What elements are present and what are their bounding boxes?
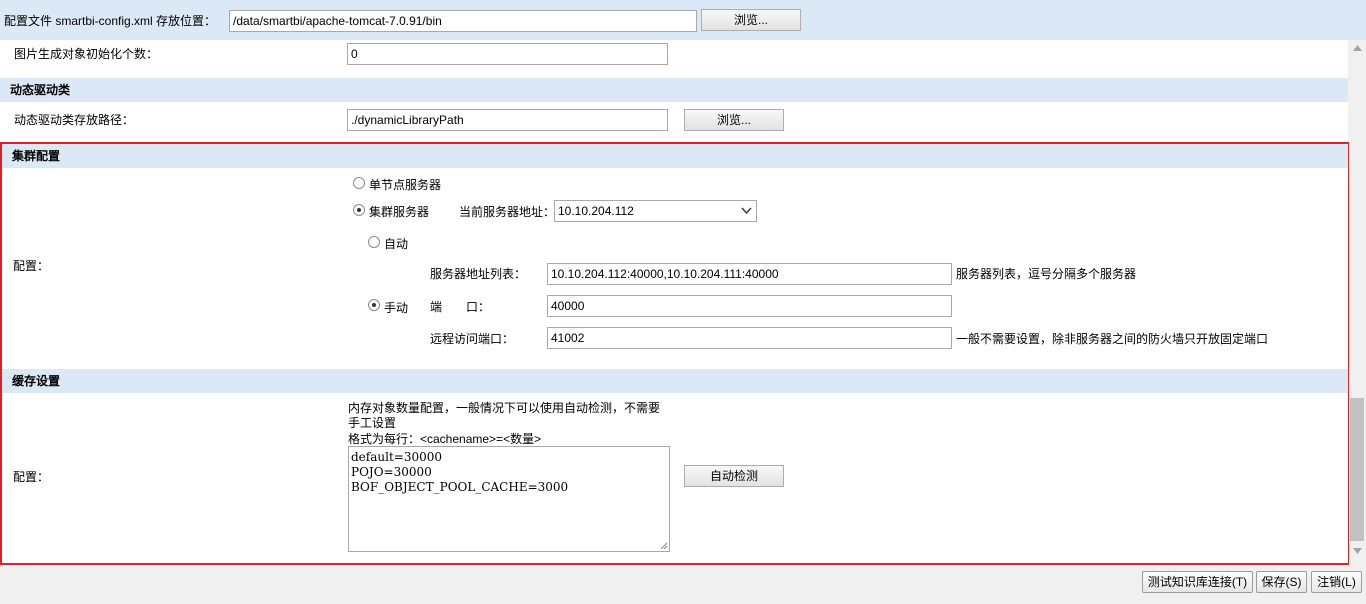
scroll-down-icon[interactable] — [1353, 548, 1362, 554]
config-file-browse-button[interactable]: 浏览... — [701, 9, 801, 31]
highlight-box — [0, 142, 1350, 565]
image-gen-label: 图片生成对象初始化个数： — [14, 47, 159, 61]
image-gen-count-input[interactable]: 0 — [347, 43, 668, 65]
config-file-path-input[interactable]: /data/smartbi/apache-tomcat-7.0.91/bin — [229, 10, 697, 32]
dynamic-driver-browse-button[interactable]: 浏览... — [684, 109, 784, 131]
scroll-thumb[interactable] — [1350, 398, 1364, 541]
config-file-label: 配置文件 smartbi-config.xml 存放位置： — [4, 14, 217, 28]
save-button[interactable]: 保存(S) — [1256, 571, 1307, 593]
dynamic-driver-section-header: 动态驱动类 — [0, 78, 1348, 102]
dynamic-driver-path-input[interactable]: ./dynamicLibraryPath — [347, 109, 668, 131]
logout-button[interactable]: 注销(L) — [1311, 571, 1362, 593]
dynamic-driver-path-label: 动态驱动类存放路径： — [14, 113, 135, 127]
scroll-up-icon[interactable] — [1353, 45, 1362, 51]
test-knowledge-base-button[interactable]: 测试知识库连接(T) — [1142, 571, 1253, 593]
